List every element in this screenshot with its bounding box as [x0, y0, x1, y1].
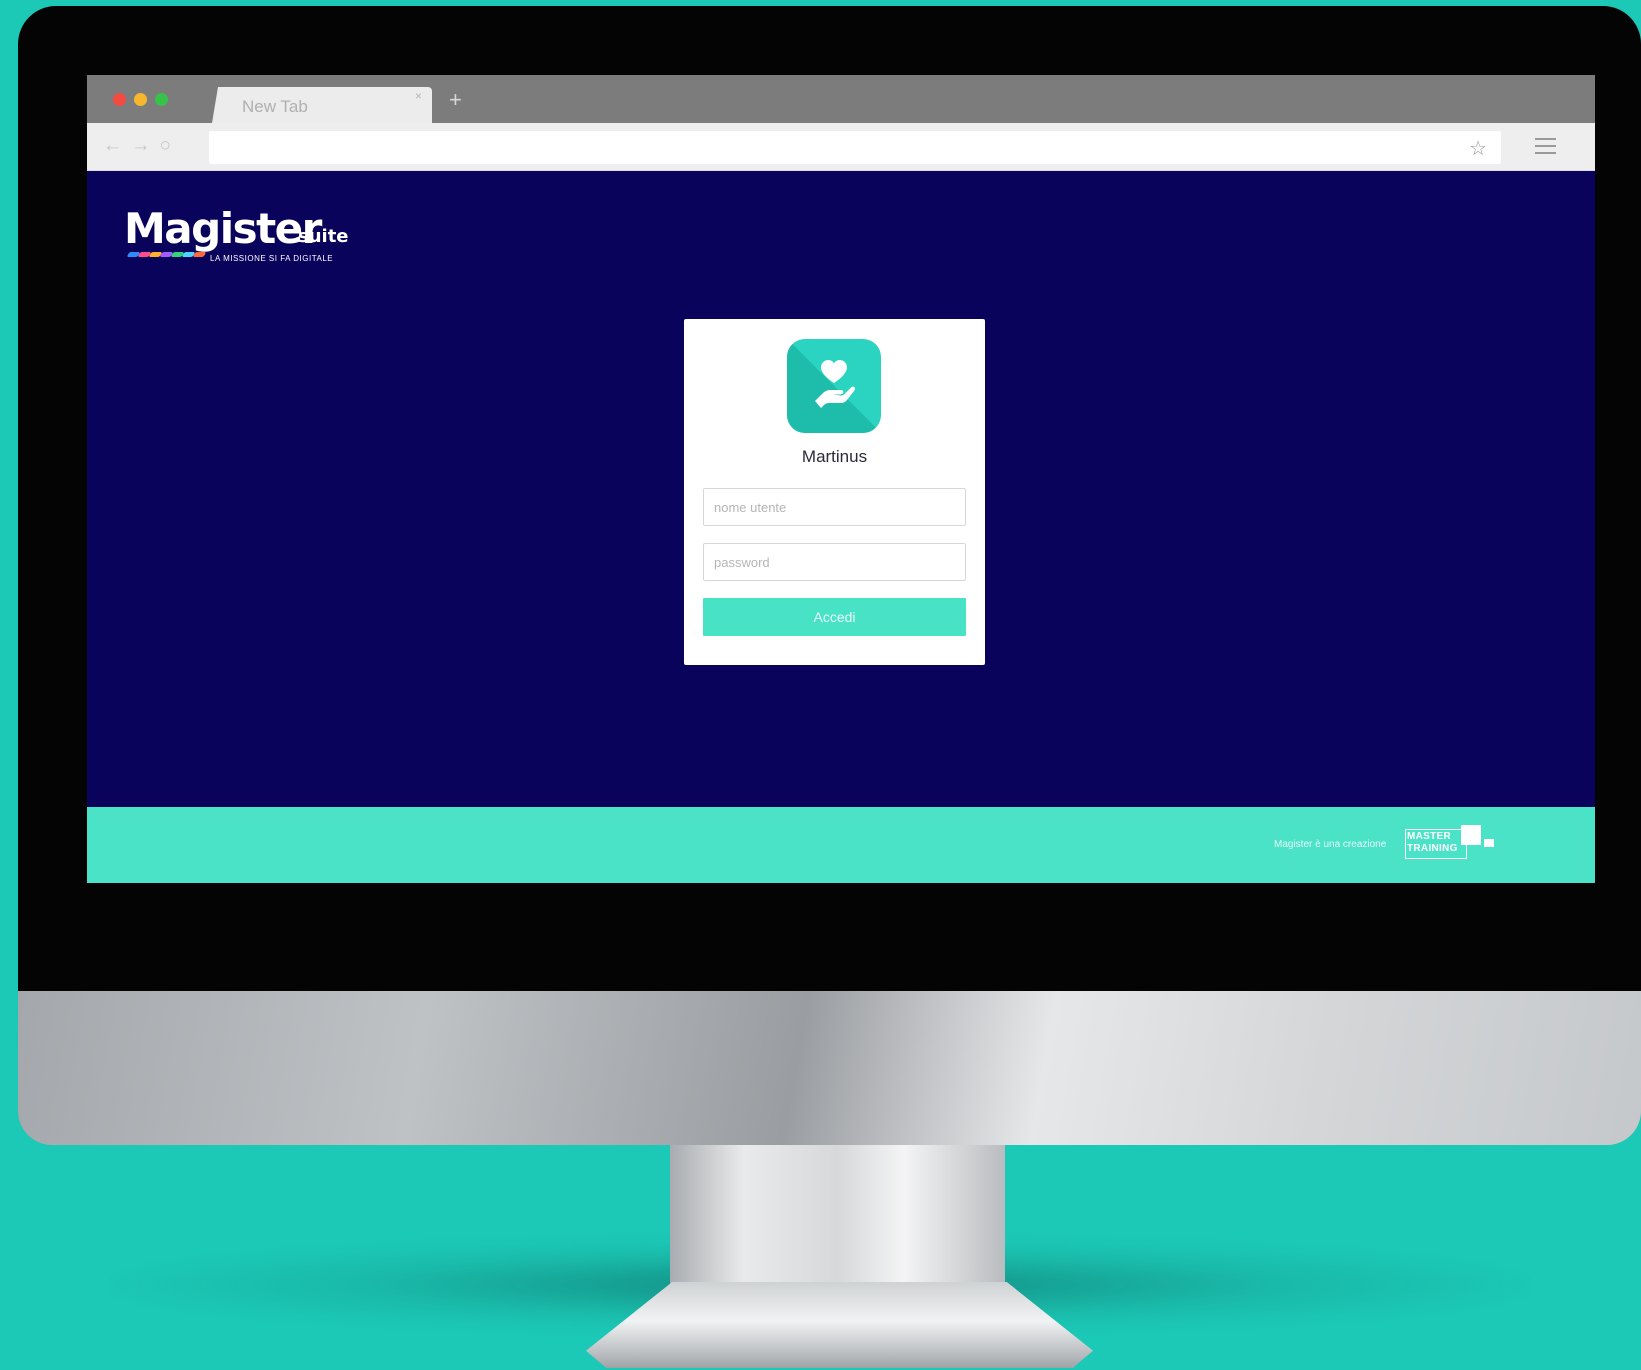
- footer-credit: Magister è una creazione: [1274, 839, 1387, 850]
- close-window-dot[interactable]: [113, 93, 126, 106]
- page-footer: Magister è una creazione MASTER TRAINING: [87, 807, 1595, 883]
- monitor-stand-neck: [670, 1140, 1005, 1290]
- partner-line2: TRAINING: [1407, 843, 1458, 854]
- app-name: Martinus: [801, 447, 868, 466]
- browser-toolbar: ← → ○ ☆: [87, 123, 1595, 171]
- browser-menu-icon[interactable]: [1535, 138, 1556, 159]
- browser-tab[interactable]: New Tab ×: [212, 87, 432, 123]
- brand-tagline: LA MISSIONE SI FA DIGITALE: [210, 254, 334, 263]
- monitor-stand-base: [586, 1282, 1093, 1368]
- brand-color-dashes: [126, 252, 207, 260]
- password-input[interactable]: [703, 543, 966, 581]
- screen-bottom-edge: [87, 883, 1595, 923]
- app-icon: [787, 339, 881, 433]
- username-input[interactable]: [703, 488, 966, 526]
- address-bar[interactable]: ☆: [209, 131, 1501, 164]
- login-button[interactable]: Accedi: [703, 598, 966, 636]
- magister-logo: Magister suite LA MISSIONE SI FA DIGITAL…: [124, 204, 384, 264]
- new-tab-button[interactable]: +: [449, 87, 462, 113]
- heart-in-hand-icon: [815, 360, 856, 408]
- close-tab-icon[interactable]: ×: [415, 89, 422, 103]
- master-training-logo[interactable]: MASTER TRAINING: [1405, 825, 1497, 859]
- login-card: Martinus Accedi: [684, 319, 985, 665]
- maximize-window-dot[interactable]: [155, 93, 168, 106]
- monitor-chin: [18, 985, 1641, 1145]
- partner-line1: MASTER: [1407, 831, 1452, 842]
- monitor-mockup: New Tab × + ← → ○ ☆ Magister suite LA MI…: [0, 0, 1641, 1370]
- browser-window: New Tab × + ← → ○ ☆ Magister suite LA MI…: [87, 75, 1595, 923]
- tab-title: New Tab: [242, 97, 308, 116]
- bookmark-star-icon[interactable]: ☆: [1469, 136, 1487, 161]
- minimize-window-dot[interactable]: [134, 93, 147, 106]
- navigation-icons[interactable]: ← → ○: [103, 135, 173, 157]
- browser-tab-bar: New Tab × +: [87, 75, 1595, 123]
- brand-suffix: suite: [298, 226, 349, 247]
- brand-name: Magister: [124, 204, 322, 253]
